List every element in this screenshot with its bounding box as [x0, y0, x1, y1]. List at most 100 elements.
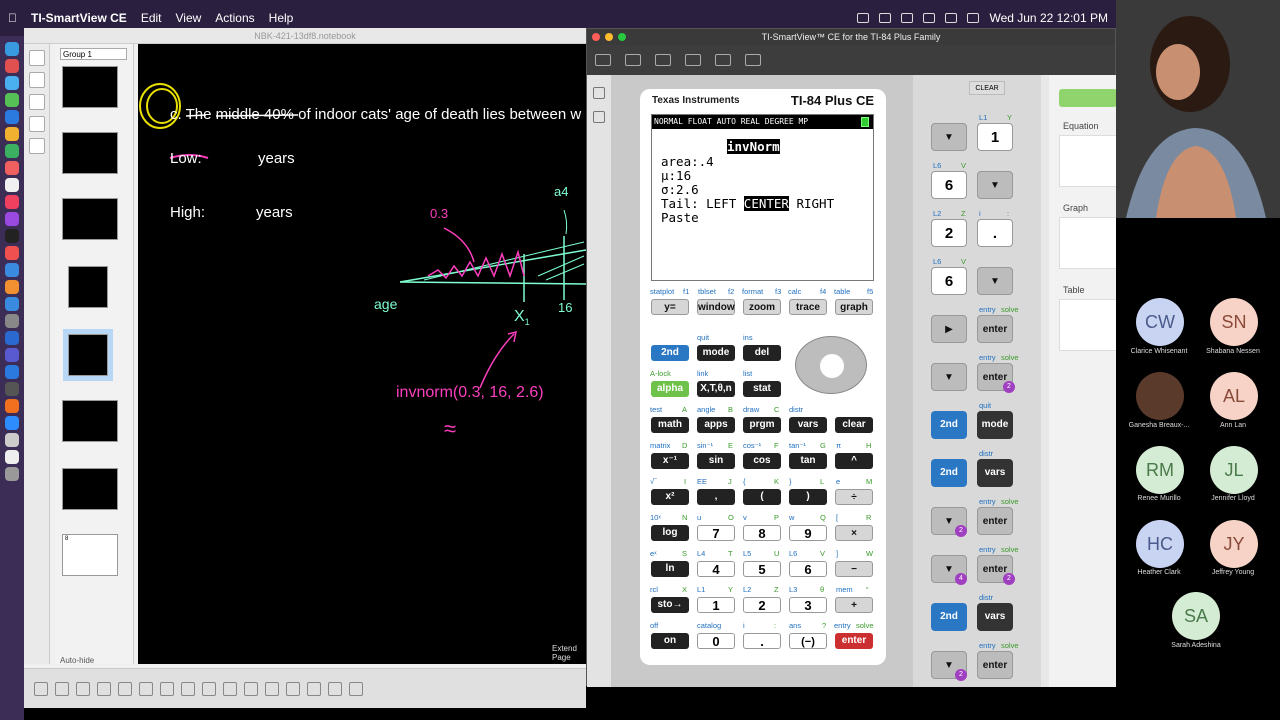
key-2[interactable]: 2 — [743, 597, 781, 613]
undo-icon[interactable] — [76, 681, 90, 696]
page-thumb-5[interactable] — [63, 329, 113, 381]
clock-icon[interactable] — [5, 382, 19, 396]
key-4[interactable]: 4 — [697, 561, 735, 577]
auto-hide-toggle[interactable]: Auto-hide — [60, 656, 94, 665]
camera-icon[interactable] — [745, 54, 761, 66]
key-tan[interactable]: tan — [789, 453, 827, 469]
participant-avatar[interactable]: HC — [1136, 520, 1184, 568]
news-icon[interactable] — [5, 246, 19, 260]
key-cos[interactable]: cos — [743, 453, 781, 469]
hist-key-down-arrow[interactable]: ▼ — [977, 267, 1013, 295]
key-left-paren[interactable]: ( — [743, 489, 781, 505]
key-y-equals[interactable]: y= — [651, 299, 689, 315]
gallery-tab[interactable] — [28, 72, 45, 88]
page-thumb-7[interactable] — [62, 468, 118, 510]
key-plus[interactable]: + — [835, 597, 873, 613]
page-sorter-tab[interactable] — [28, 50, 45, 66]
hist-key-down-arrow[interactable]: ▼ — [931, 363, 967, 391]
equation-box[interactable] — [1059, 135, 1117, 187]
key-stat[interactable]: stat — [743, 381, 781, 397]
key-1[interactable]: 1 — [697, 597, 735, 613]
search-icon[interactable] — [967, 13, 980, 23]
key-8[interactable]: 8 — [743, 525, 781, 541]
hist-key-down-arrow[interactable]: ▼ — [931, 123, 967, 151]
calculator-view-icon[interactable] — [593, 87, 605, 99]
minimize-window-icon[interactable] — [605, 33, 613, 41]
key-5[interactable]: 5 — [743, 561, 781, 577]
page-thumb-1[interactable] — [62, 66, 118, 108]
hist-key-enter[interactable]: enter — [977, 315, 1013, 343]
music-icon[interactable] — [5, 195, 19, 209]
key-enter[interactable]: enter — [835, 633, 873, 649]
participant-avatar[interactable]: SN — [1210, 298, 1258, 346]
page-thumb-6[interactable] — [62, 400, 118, 442]
hist-key-vars[interactable]: vars — [977, 459, 1013, 487]
participant-avatar[interactable]: SA — [1172, 592, 1220, 640]
launchpad-icon[interactable] — [5, 59, 19, 73]
trash-icon[interactable] — [5, 467, 19, 481]
wifi-icon[interactable] — [945, 13, 958, 23]
key-minus[interactable]: − — [835, 561, 873, 577]
notebook-canvas[interactable]: c. The middle 40% of indoor cats' age of… — [138, 44, 586, 664]
key-sin[interactable]: sin — [697, 453, 735, 469]
key-caret[interactable]: ^ — [835, 453, 873, 469]
page-thumb-2[interactable] — [62, 132, 118, 174]
messages-icon[interactable] — [5, 93, 19, 107]
participant-avatar[interactable]: RM — [1136, 446, 1184, 494]
key-divide[interactable]: ÷ — [835, 489, 873, 505]
addons-tab[interactable] — [28, 138, 45, 154]
table-box[interactable] — [1059, 299, 1117, 351]
hist-key-enter[interactable]: enter — [977, 651, 1013, 679]
menu-app-name[interactable]: TI-SmartView CE — [31, 11, 127, 25]
finder-icon[interactable] — [5, 42, 19, 56]
document-camera-icon[interactable] — [181, 681, 195, 696]
line-icon[interactable] — [286, 681, 300, 696]
participant-avatar[interactable]: AL — [1210, 372, 1258, 420]
key-alpha[interactable]: alpha — [651, 381, 689, 397]
layout-icon[interactable] — [715, 54, 731, 66]
arrow-pad[interactable] — [795, 336, 867, 394]
calendar-icon[interactable] — [5, 161, 19, 175]
back-arrow-icon[interactable] — [34, 681, 48, 696]
select-icon[interactable] — [202, 681, 216, 696]
key-right-paren[interactable]: ) — [789, 489, 827, 505]
hist-key-vars[interactable]: vars — [977, 603, 1013, 631]
page-thumb-8[interactable]: 8 — [62, 534, 118, 576]
firefox-icon[interactable] — [5, 399, 19, 413]
safari-icon[interactable] — [5, 76, 19, 90]
hist-key-mode[interactable]: mode — [977, 411, 1013, 439]
key-x-squared[interactable]: x² — [651, 489, 689, 505]
key-negative[interactable]: (−) — [789, 633, 827, 649]
word-icon[interactable] — [5, 331, 19, 345]
key-7[interactable]: 7 — [697, 525, 735, 541]
facetime-icon[interactable] — [5, 144, 19, 158]
pages-icon[interactable] — [5, 280, 19, 294]
hist-key-2nd[interactable]: 2nd — [931, 411, 967, 439]
fill-icon[interactable] — [328, 681, 342, 696]
page-thumb-4[interactable] — [68, 266, 108, 308]
key-apps[interactable]: apps — [697, 417, 735, 433]
measure-icon[interactable] — [349, 681, 363, 696]
outlook-icon[interactable] — [5, 365, 19, 379]
shapes-icon[interactable] — [265, 681, 279, 696]
notebook-icon[interactable] — [5, 450, 19, 464]
key-9[interactable]: 9 — [789, 525, 827, 541]
close-window-icon[interactable] — [592, 33, 600, 41]
screen-shade-icon[interactable] — [160, 681, 174, 696]
hist-key-2[interactable]: 2 — [931, 219, 967, 247]
key-zoom[interactable]: zoom — [743, 299, 781, 315]
apple-icon[interactable]:  — [8, 11, 17, 25]
send-to-calculator-icon[interactable] — [655, 54, 671, 66]
delete-icon[interactable] — [118, 681, 132, 696]
key-vars[interactable]: vars — [789, 417, 827, 433]
podcasts-icon[interactable] — [5, 212, 19, 226]
eraser-icon[interactable] — [244, 681, 258, 696]
key-multiply[interactable]: × — [835, 525, 873, 541]
zoom-status-icon[interactable] — [879, 13, 892, 23]
menu-actions[interactable]: Actions — [215, 11, 254, 25]
tv-icon[interactable] — [5, 229, 19, 243]
extend-page-button[interactable]: Extend Page — [552, 644, 586, 662]
key-prgm[interactable]: prgm — [743, 417, 781, 433]
hist-key-enter[interactable]: enter — [977, 507, 1013, 535]
key-math[interactable]: math — [651, 417, 689, 433]
